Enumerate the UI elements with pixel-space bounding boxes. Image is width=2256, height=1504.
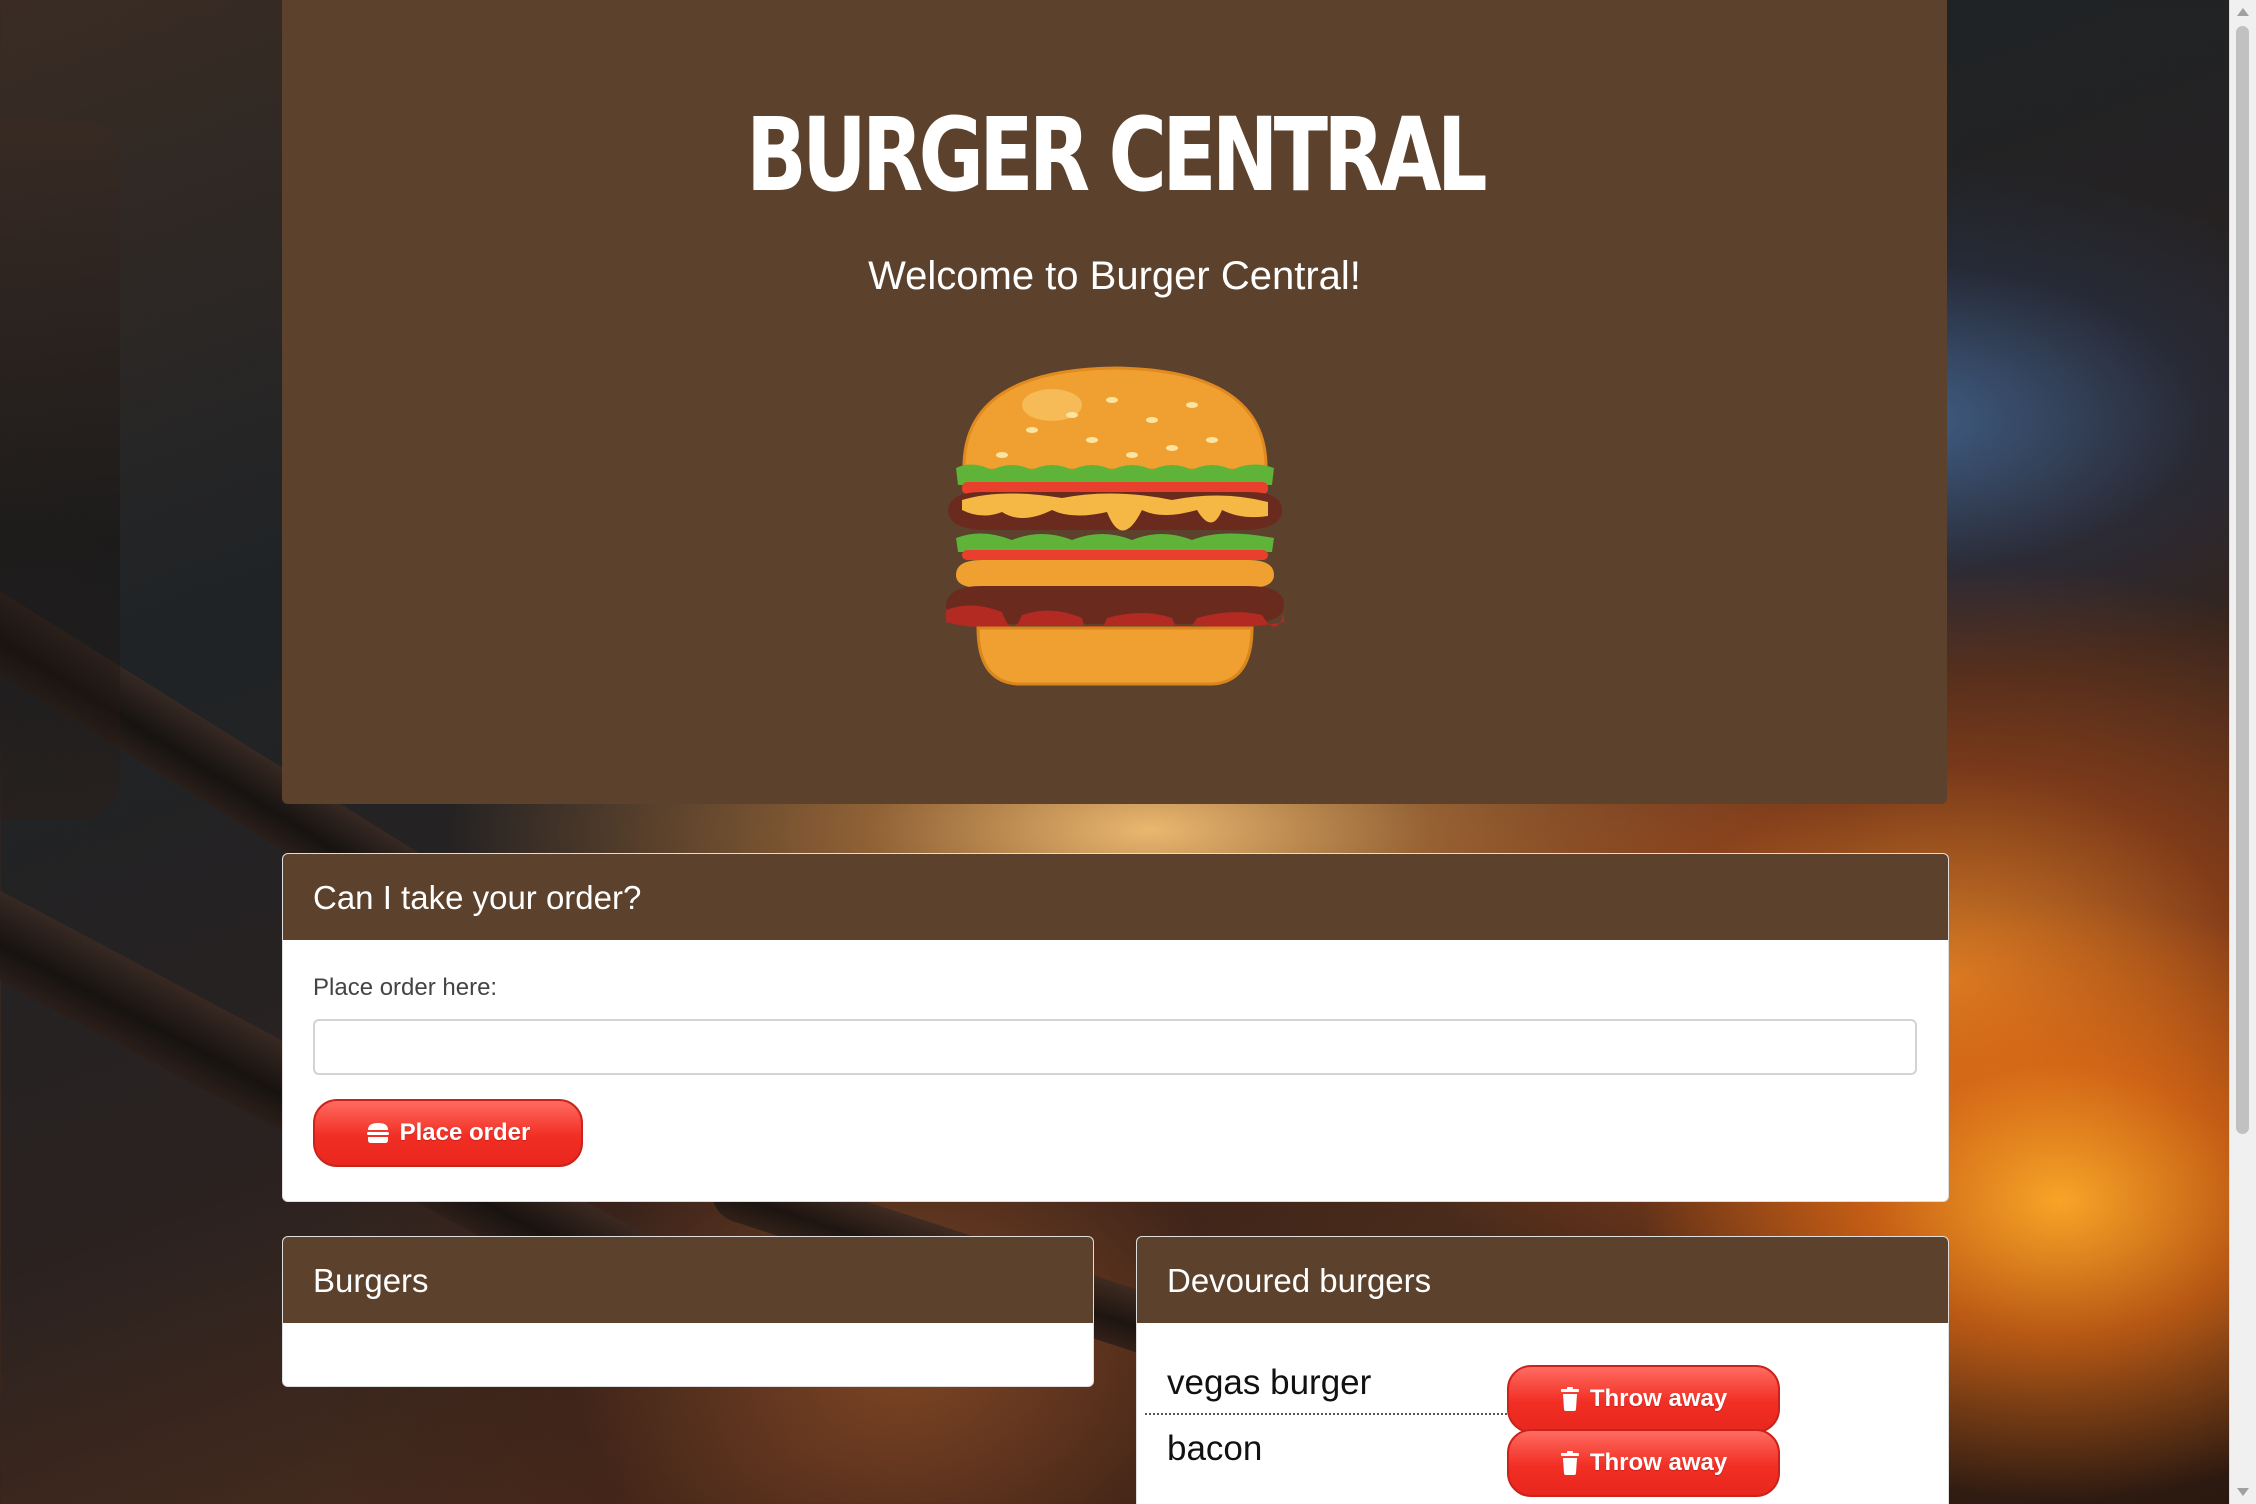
throw-away-label: Throw away <box>1589 1449 1728 1476</box>
burger-illustration <box>946 366 1284 686</box>
scroll-down-arrow-icon[interactable] <box>2237 1488 2249 1496</box>
devoured-card: Devoured burgers vegas burger Throw away… <box>1136 1236 1949 1504</box>
place-order-label: Place order <box>399 1119 531 1146</box>
trash-icon <box>1560 1451 1579 1475</box>
order-card-title: Can I take your order? <box>283 854 1948 940</box>
scrollbar-thumb[interactable] <box>2236 26 2249 1134</box>
order-card: Can I take your order? Place order here:… <box>282 853 1949 1202</box>
list-item: vegas burger Throw away <box>1145 1323 1780 1433</box>
order-input-label: Place order here: <box>313 974 498 1001</box>
burgers-list <box>283 1323 1093 1385</box>
throw-away-button[interactable]: Throw away <box>1507 1429 1780 1497</box>
background-grill-bar <box>0 120 120 820</box>
devoured-card-title: Devoured burgers <box>1137 1237 1948 1323</box>
list-item: bacon Throw away <box>1145 1415 1780 1504</box>
hero-banner: BURGER CENTRAL Welcome to Burger Central… <box>282 0 1947 804</box>
site-title: BURGER CENTRAL <box>746 96 1487 215</box>
scroll-up-arrow-icon[interactable] <box>2237 8 2249 16</box>
order-input[interactable] <box>313 1019 1917 1075</box>
trash-icon <box>1560 1387 1579 1411</box>
devoured-list: vegas burger Throw away bacon Throw away <box>1137 1323 1948 1504</box>
place-order-button[interactable]: Place order <box>313 1099 583 1167</box>
devoured-burger-name: vegas burger <box>1167 1363 1372 1402</box>
page-scrollbar[interactable] <box>2229 0 2256 1504</box>
throw-away-label: Throw away <box>1589 1385 1728 1412</box>
devoured-burger-name: bacon <box>1167 1429 1263 1468</box>
hamburger-icon <box>366 1123 389 1143</box>
burgers-card: Burgers <box>282 1236 1094 1387</box>
burgers-card-title: Burgers <box>283 1237 1093 1323</box>
welcome-message: Welcome to Burger Central! <box>868 254 1361 298</box>
